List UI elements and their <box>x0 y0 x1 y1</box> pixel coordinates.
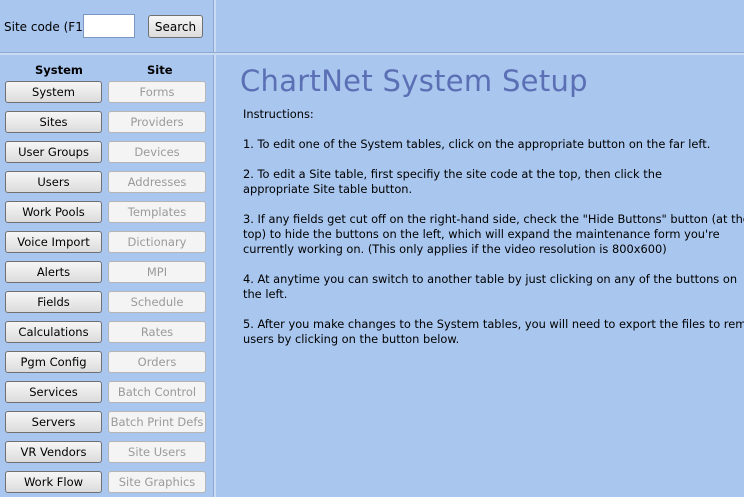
instructions-heading: Instructions: <box>243 107 314 121</box>
instruction-item: 5. After you make changes to the System … <box>243 317 744 347</box>
system-button-users[interactable]: Users <box>5 171 102 193</box>
site-button-addresses[interactable]: Addresses <box>108 171 206 193</box>
site-button-rates[interactable]: Rates <box>108 321 206 343</box>
site-button-batch-control[interactable]: Batch Control <box>108 381 206 403</box>
instruction-line: appropriate Site table button. <box>243 182 413 196</box>
system-button-fields[interactable]: Fields <box>5 291 102 313</box>
instruction-item: 1. To edit one of the System tables, cli… <box>243 137 735 152</box>
site-button-mpi[interactable]: MPI <box>108 261 206 283</box>
site-code-input[interactable] <box>83 14 135 38</box>
instruction-item: 2. To edit a Site table, first specifiy … <box>243 167 735 197</box>
instruction-line: 5. After you make changes to the System … <box>243 317 744 331</box>
instruction-line: top) to hide the buttons on the left, wh… <box>243 227 720 241</box>
instruction-line: users by clicking on the button below. <box>243 332 460 346</box>
page-title: ChartNet System Setup <box>240 64 588 98</box>
system-button-user-groups[interactable]: User Groups <box>5 141 102 163</box>
site-button-site-users[interactable]: Site Users <box>108 441 206 463</box>
site-code-label: Site code (F1) <box>4 20 88 34</box>
system-button-services[interactable]: Services <box>5 381 102 403</box>
system-button-work-flow[interactable]: Work Flow <box>5 471 102 493</box>
system-button-servers[interactable]: Servers <box>5 411 102 433</box>
system-button-alerts[interactable]: Alerts <box>5 261 102 283</box>
vertical-splitter[interactable] <box>213 0 216 497</box>
site-button-orders[interactable]: Orders <box>108 351 206 373</box>
instruction-line: 1. To edit one of the System tables, cli… <box>243 137 711 151</box>
instruction-line: the left. <box>243 287 288 301</box>
system-button-calculations[interactable]: Calculations <box>5 321 102 343</box>
site-column-header: Site <box>147 63 173 77</box>
instruction-line: currently working on. (This only applies… <box>243 242 667 256</box>
site-button-forms[interactable]: Forms <box>108 81 206 103</box>
instruction-list: 1. To edit one of the System tables, cli… <box>243 137 744 347</box>
site-button-batch-print-defs[interactable]: Batch Print Defs <box>108 411 206 433</box>
system-button-work-pools[interactable]: Work Pools <box>5 201 102 223</box>
site-button-site-graphics[interactable]: Site Graphics <box>108 471 206 493</box>
site-button-schedule[interactable]: Schedule <box>108 291 206 313</box>
site-button-devices[interactable]: Devices <box>108 141 206 163</box>
instruction-line: 3. If any fields get cut off on the righ… <box>243 212 744 226</box>
system-column-header: System <box>35 63 83 77</box>
system-button-system[interactable]: System <box>5 81 102 103</box>
instructions-text: Instructions: 1. To edit one of the Syst… <box>243 107 744 362</box>
system-button-voice-import[interactable]: Voice Import <box>5 231 102 253</box>
instruction-line: 2. To edit a Site table, first specifiy … <box>243 167 662 181</box>
site-button-providers[interactable]: Providers <box>108 111 206 133</box>
system-button-pgm-config[interactable]: Pgm Config <box>5 351 102 373</box>
system-button-vr-vendors[interactable]: VR Vendors <box>5 441 102 463</box>
site-button-dictionary[interactable]: Dictionary <box>108 231 206 253</box>
search-button[interactable]: Search <box>148 15 203 38</box>
horizontal-splitter <box>0 52 744 55</box>
system-button-sites[interactable]: Sites <box>5 111 102 133</box>
site-button-templates[interactable]: Templates <box>108 201 206 223</box>
instruction-line: 4. At anytime you can switch to another … <box>243 272 738 286</box>
instruction-item: 3. If any fields get cut off on the righ… <box>243 212 744 257</box>
instruction-item: 4. At anytime you can switch to another … <box>243 272 738 302</box>
